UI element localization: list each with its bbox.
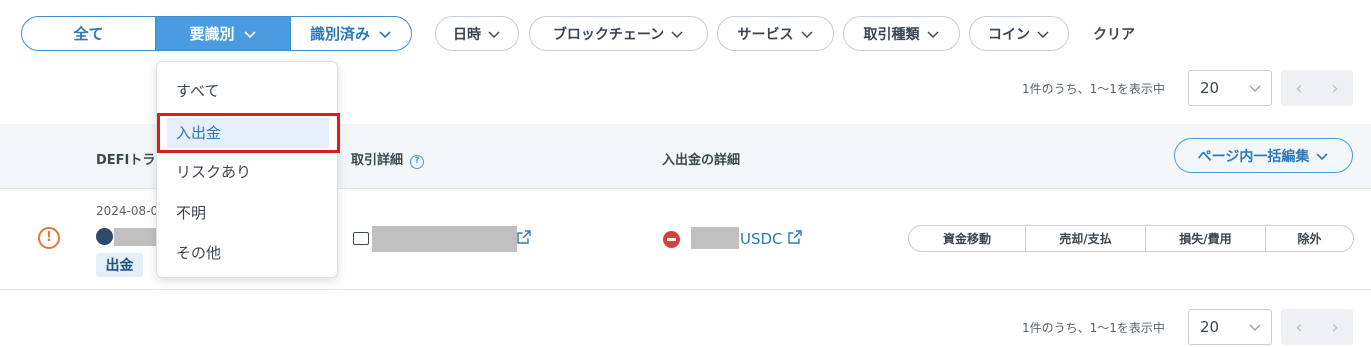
filter-transaction-type-label: 取引種類 (863, 26, 920, 43)
pagination-nav: ‹ › (1281, 70, 1353, 106)
prev-page-button[interactable]: ‹ (1281, 309, 1317, 345)
filter-blockchain-label: ブロックチェーン (552, 26, 665, 43)
transaction-type-badge: 出金 (96, 253, 143, 277)
category-button-group: 資金移動 売却/支払 損失/費用 除外 (908, 225, 1354, 252)
outflow-icon (663, 231, 680, 248)
blockchain-icon (96, 228, 113, 245)
warning-icon: ! (38, 227, 60, 249)
column-header-defi: DEFIトラ (96, 153, 156, 168)
external-link-icon[interactable] (517, 230, 531, 244)
pagination-summary-bottom: 1件のうち、1〜1を表示中 (1022, 321, 1165, 335)
dropdown-item-all[interactable]: すべて (176, 80, 219, 101)
chevron-down-icon (1036, 27, 1050, 41)
next-page-button[interactable]: › (1317, 70, 1353, 106)
redacted-amount (691, 227, 739, 249)
chevron-down-icon (1315, 149, 1329, 163)
chevron-down-icon (487, 27, 501, 41)
filter-coin-label: コイン (988, 26, 1030, 43)
pagination-nav-bottom: ‹ › (1281, 309, 1353, 345)
dropdown-item-other[interactable]: その他 (176, 242, 221, 263)
category-sell-pay-button[interactable]: 売却/支払 (1025, 226, 1145, 251)
category-exclude-button[interactable]: 除外 (1265, 226, 1353, 251)
chevron-down-icon (926, 27, 940, 41)
column-header-transaction-details: 取引詳細? (351, 149, 425, 169)
segment-identified[interactable]: 識別済み (290, 17, 411, 50)
chevron-down-icon (1248, 81, 1262, 99)
redacted-transaction-hash (372, 226, 517, 252)
segment-identified-label: 識別済み (309, 25, 370, 43)
segment-all[interactable]: 全て (22, 17, 155, 50)
category-fund-transfer-button[interactable]: 資金移動 (909, 226, 1025, 251)
bulk-edit-label: ページ内一括編集 (1197, 148, 1310, 165)
highlight-box (157, 113, 340, 153)
prev-page-button[interactable]: ‹ (1281, 70, 1317, 106)
column-header-deposit-withdraw: 入出金の詳細 (662, 153, 741, 168)
chevron-down-icon (670, 27, 684, 41)
status-segmented-control: 全て 要識別 識別済み (21, 16, 412, 51)
chevron-down-icon (800, 27, 814, 41)
column-header-transaction-details-label: 取引詳細 (351, 153, 404, 168)
coin-link[interactable]: USDC (740, 230, 783, 248)
dropdown-item-risk[interactable]: リスクあり (176, 161, 251, 182)
redacted-address (114, 228, 162, 246)
next-page-button[interactable]: › (1317, 309, 1353, 345)
dropdown-item-unknown[interactable]: 不明 (176, 202, 206, 223)
filter-transaction-type[interactable]: 取引種類 (843, 16, 960, 51)
page-size-select-bottom[interactable]: 20 (1188, 309, 1272, 345)
external-link-icon[interactable] (788, 230, 802, 244)
chevron-down-icon (243, 27, 257, 41)
filter-service[interactable]: サービス (717, 16, 834, 51)
filter-datetime-label: 日時 (453, 26, 481, 43)
page-size-value: 20 (1200, 79, 1220, 97)
pagination-summary: 1件のうち、1〜1を表示中 (1022, 82, 1165, 96)
bulk-edit-button[interactable]: ページ内一括編集 (1174, 138, 1353, 173)
row-divider (0, 289, 1371, 290)
category-loss-expense-button[interactable]: 損失/費用 (1145, 226, 1265, 251)
transaction-date: 2024-08-0 (96, 204, 159, 218)
filter-service-label: サービス (737, 26, 794, 43)
filter-coin[interactable]: コイン (969, 16, 1069, 51)
chevron-down-icon (1248, 320, 1262, 338)
segment-needs-identification[interactable]: 要識別 (155, 17, 290, 50)
filter-datetime[interactable]: 日時 (435, 16, 519, 51)
segment-needs-identification-label: 要識別 (189, 25, 235, 43)
page-size-select[interactable]: 20 (1188, 70, 1272, 106)
filter-blockchain[interactable]: ブロックチェーン (529, 16, 708, 51)
wallet-icon (353, 232, 369, 245)
chevron-down-icon (378, 27, 392, 41)
needs-identification-dropdown: すべて 入出金 リスクあり 不明 その他 (156, 61, 338, 278)
help-icon[interactable]: ? (410, 155, 425, 169)
clear-filters-button[interactable]: クリア (1093, 24, 1135, 44)
page-size-value: 20 (1200, 318, 1220, 336)
